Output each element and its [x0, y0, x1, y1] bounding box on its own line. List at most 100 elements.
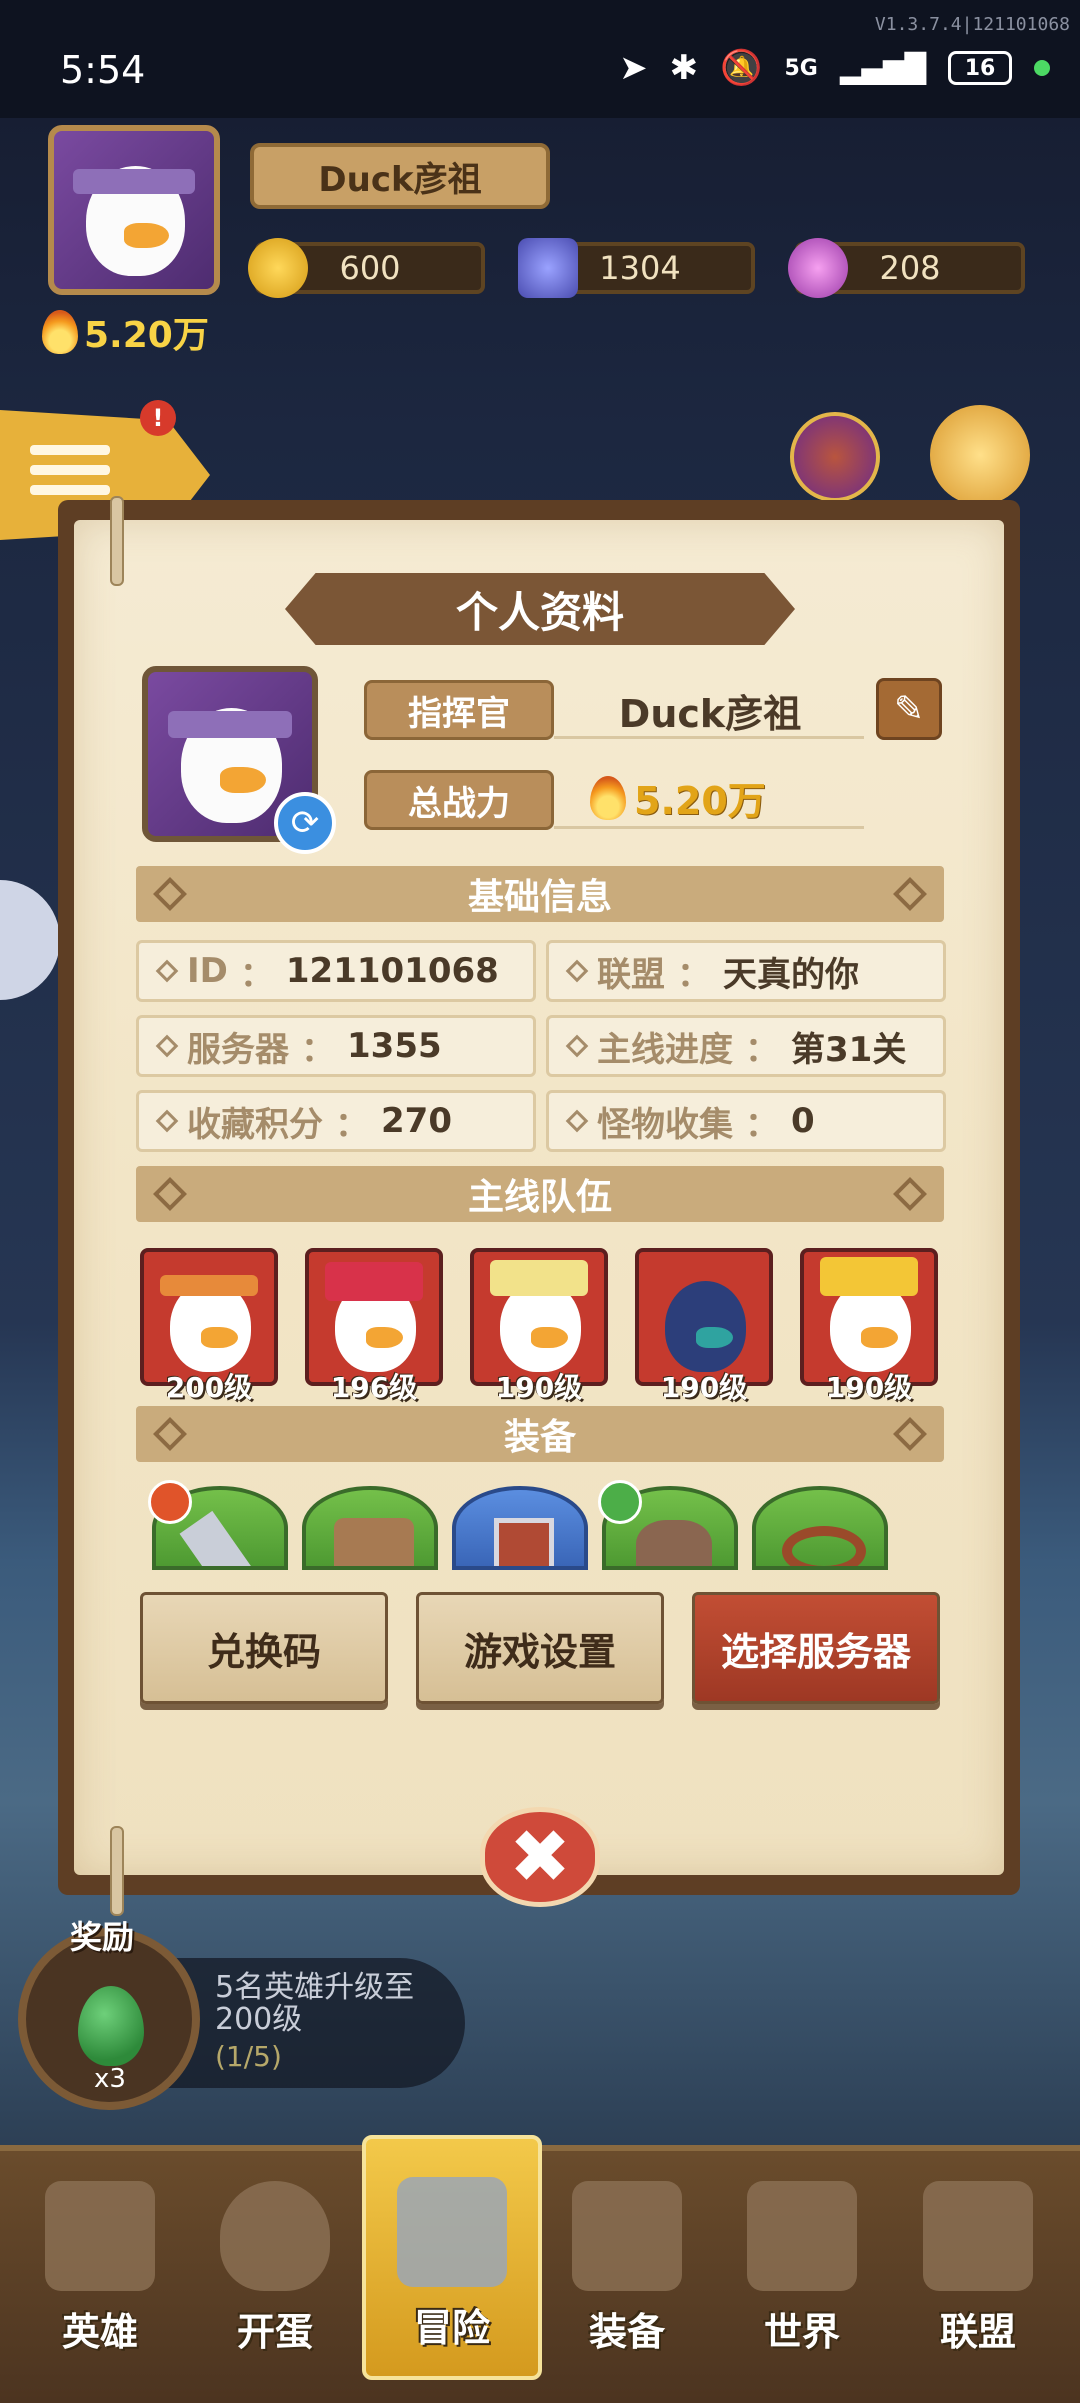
dialog-title: 个人资料 [285, 573, 795, 645]
headband-large-icon [167, 711, 293, 738]
total-power-value: 5.20万 [634, 779, 766, 823]
player-id-value: 121101068 [285, 951, 499, 991]
bullet-icon [565, 959, 589, 983]
info-server: 服务器： 1355 [136, 1015, 536, 1077]
ornament-icon [153, 877, 187, 911]
side-controller-icon[interactable] [0, 880, 60, 1000]
hero-event-icon[interactable] [930, 405, 1030, 505]
nav-alliance[interactable]: 联盟 [888, 2160, 1068, 2380]
reward-label: 奖励 [70, 1918, 135, 1956]
basic-info-header: 基础信息 [136, 866, 944, 922]
fire-element-icon [148, 1480, 192, 1524]
info-collection-score: 收藏积分： 270 [136, 1090, 536, 1152]
hero-level: 190级 [825, 1371, 913, 1404]
reward-count: x3 [94, 2064, 126, 2094]
reward-task-text: 5名英雄升级至200级 [215, 1970, 415, 2037]
equip-slot-belt[interactable] [752, 1486, 888, 1570]
main-progress-value: 第31关 [791, 1029, 907, 1070]
map-icon [747, 2181, 857, 2291]
team-title: 主线队伍 [467, 1177, 612, 1218]
power-label: 总战力 [364, 770, 554, 830]
nav-equipment-label: 装备 [588, 2310, 665, 2354]
notification-badge: ! [140, 400, 176, 436]
pencil-icon: ✎ [893, 688, 925, 730]
equip-slot-shield[interactable] [452, 1486, 588, 1570]
ornament-icon [893, 1417, 927, 1451]
game-settings-button[interactable]: 游戏设置 [416, 1592, 664, 1704]
ornament-icon [893, 877, 927, 911]
location-icon: ➤ [619, 48, 648, 88]
nav-eggs-label: 开蛋 [236, 2310, 313, 2354]
player-name-plate[interactable]: Duck彦祖 [250, 143, 550, 209]
flame-icon [42, 310, 78, 354]
helmet-icon [636, 1520, 712, 1566]
egg-nav-icon [220, 2181, 330, 2291]
close-button[interactable]: ✖ [480, 1807, 600, 1907]
equipment-title: 装备 [503, 1417, 576, 1458]
bullet-icon [155, 1109, 179, 1133]
menu-icon[interactable] [30, 445, 110, 505]
edit-name-button[interactable]: ✎ [876, 678, 942, 740]
gold-value: 600 [339, 249, 401, 287]
gem-value: 1304 [599, 249, 681, 287]
nav-equipment[interactable]: 装备 [537, 2160, 717, 2380]
player-avatar[interactable] [48, 125, 220, 295]
anvil-icon [572, 2181, 682, 2291]
power-flame-icon [590, 775, 626, 820]
select-server-button[interactable]: 选择服务器 [692, 1592, 940, 1704]
hero-icon [45, 2181, 155, 2291]
nav-alliance-label: 联盟 [939, 2310, 1016, 2354]
belt-icon [782, 1526, 866, 1566]
nav-world-label: 世界 [763, 2310, 840, 2354]
reward-progress: (1/5) [215, 2040, 282, 2073]
info-main-progress: 主线进度：第31关 [546, 1015, 946, 1077]
close-icon: ✖ [508, 1814, 571, 1900]
active-dot-icon [1034, 60, 1050, 76]
battery-icon: 16 [948, 51, 1012, 85]
bullet-icon [565, 1034, 589, 1058]
info-id: ID： 121101068 [136, 940, 536, 1002]
collection-score-value: 270 [381, 1101, 452, 1141]
bluetooth-icon: ✱ [669, 48, 699, 88]
hero-portrait-icon [665, 1280, 746, 1372]
equipment-header: 装备 [136, 1406, 944, 1462]
total-power: 5.20万 [590, 770, 766, 825]
shield-icon [494, 1518, 554, 1566]
nav-world[interactable]: 世界 [712, 2160, 892, 2380]
bullet-icon [155, 959, 179, 983]
crystal-value: 208 [879, 249, 941, 287]
basic-info-title: 基础信息 [467, 877, 612, 918]
armor-icon [334, 1518, 414, 1566]
sword-icon [179, 1510, 253, 1566]
alliance-value: 天真的你 [723, 954, 859, 995]
hero-level: 200级 [165, 1371, 253, 1404]
ornament-icon [153, 1417, 187, 1451]
nav-adventure[interactable]: 冒险 [362, 2135, 542, 2380]
change-avatar-button[interactable]: ⟳ [274, 792, 336, 854]
version-label: V1.3.7.4|121101068 [874, 14, 1070, 35]
nav-heroes-label: 英雄 [61, 2310, 138, 2354]
bullet-icon [155, 1034, 179, 1058]
nav-eggs[interactable]: 开蛋 [185, 2160, 365, 2380]
bullet-icon [565, 1109, 589, 1133]
gem-icon [518, 238, 578, 298]
signal-icon: ▂▄▆█ [839, 51, 926, 85]
alliance-shield-icon [923, 2181, 1033, 2291]
equip-slot-armor[interactable] [302, 1486, 438, 1570]
gold-coin-icon [248, 238, 308, 298]
team-header: 主线队伍 [136, 1166, 944, 1222]
redeem-code-button[interactable]: 兑换码 [140, 1592, 388, 1704]
mute-icon: 🔕 [720, 48, 763, 88]
ornament-icon [153, 1177, 187, 1211]
event-icon[interactable] [790, 412, 880, 502]
refresh-icon: ⟳ [290, 803, 320, 843]
hero-level: 190级 [495, 1371, 583, 1404]
network-label: 5G [784, 55, 818, 81]
commander-name: Duck彦祖 [618, 691, 802, 736]
server-value: 1355 [347, 1026, 442, 1066]
beak-icon [124, 222, 170, 248]
power-underline [554, 826, 864, 829]
commander-label: 指挥官 [364, 680, 554, 740]
nature-element-icon [598, 1480, 642, 1524]
nav-heroes[interactable]: 英雄 [10, 2160, 190, 2380]
